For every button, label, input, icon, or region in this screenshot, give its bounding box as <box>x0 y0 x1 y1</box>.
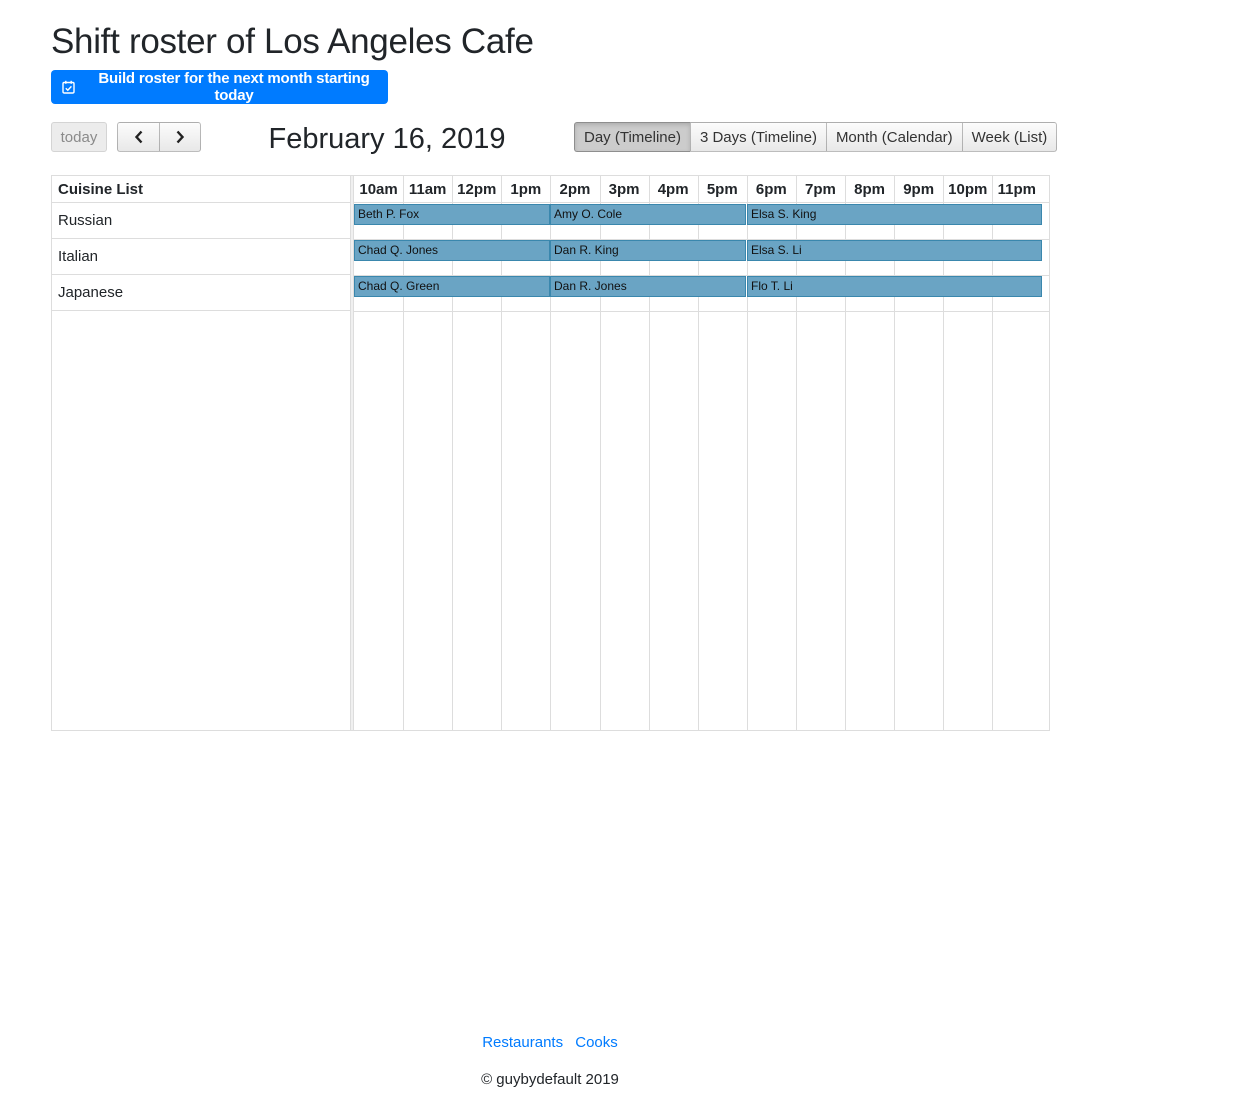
footer-nav: Restaurants Cooks <box>0 1034 1100 1051</box>
shift-event[interactable]: Chad Q. Green <box>354 276 550 297</box>
current-date-title: February 16, 2019 <box>268 123 506 155</box>
shift-event[interactable]: Elsa S. King <box>747 204 1042 225</box>
hour-label: 1pm <box>510 181 542 198</box>
prev-button[interactable] <box>117 122 160 152</box>
resource-row-japanese: Japanese <box>52 275 350 311</box>
shift-event[interactable]: Dan R. King <box>550 240 746 261</box>
today-button[interactable]: today <box>51 122 107 152</box>
shift-event[interactable]: Dan R. Jones <box>550 276 746 297</box>
chevron-left-icon <box>134 130 142 144</box>
timeline-grid: 10am 11am 12pm 1pm 2pm 3pm 4pm 5pm 6pm 7pm 8pm 9pm 1… <box>354 176 1049 730</box>
shift-event[interactable]: Elsa S. Li <box>747 240 1042 261</box>
page-title: Shift roster of Los Angeles Cafe <box>51 22 534 61</box>
timeline-header: 10am 11am 12pm 1pm 2pm 3pm 4pm 5pm 6pm 7pm 8pm 9pm 1… <box>354 176 1049 203</box>
timeline-scheduler: Cuisine List Russian Italian Japanese 10… <box>51 175 1050 731</box>
copyright: © guybydefault 2019 <box>481 1071 619 1088</box>
hour-label: 11pm <box>997 181 1037 198</box>
row-gridline <box>354 311 1049 312</box>
resource-header: Cuisine List <box>52 176 350 203</box>
footer-link-cooks[interactable]: Cooks <box>575 1034 618 1051</box>
shift-event[interactable]: Chad Q. Jones <box>354 240 550 261</box>
resource-row-italian: Italian <box>52 239 350 275</box>
hour-label: 5pm <box>706 181 738 198</box>
shift-event[interactable]: Flo T. Li <box>747 276 1042 297</box>
shift-event[interactable]: Beth P. Fox <box>354 204 550 225</box>
next-button[interactable] <box>159 122 201 152</box>
hour-label: 3pm <box>608 181 640 198</box>
view-month-calendar-button[interactable]: Month (Calendar) <box>825 122 963 152</box>
hour-label: 6pm <box>755 181 787 198</box>
hour-label: 2pm <box>559 181 591 198</box>
calendar-check-icon <box>62 80 75 94</box>
hour-label: 11am <box>408 181 447 198</box>
hour-label: 10pm <box>948 181 988 198</box>
view-3-days-timeline-button[interactable]: 3 Days (Timeline) <box>689 122 827 152</box>
hour-label: 12pm <box>457 181 497 198</box>
hour-label: 10am <box>359 181 398 198</box>
chevron-right-icon <box>176 130 185 144</box>
footer-link-restaurants[interactable]: Restaurants <box>482 1034 563 1051</box>
build-roster-button[interactable]: Build roster for the next month starting… <box>51 70 388 104</box>
view-week-list-button[interactable]: Week (List) <box>961 122 1058 152</box>
hour-label: 4pm <box>657 181 689 198</box>
view-switcher: Day (Timeline) 3 Days (Timeline) Month (… <box>574 122 1058 152</box>
hour-label: 8pm <box>854 181 885 198</box>
hour-label: 9pm <box>903 181 935 198</box>
view-day-timeline-button[interactable]: Day (Timeline) <box>574 122 691 152</box>
build-roster-label: Build roster for the next month starting… <box>98 70 370 104</box>
shift-event[interactable]: Amy O. Cole <box>550 204 746 225</box>
resource-row-russian: Russian <box>52 203 350 239</box>
resource-column: Cuisine List Russian Italian Japanese <box>52 176 351 730</box>
hour-label: 7pm <box>805 181 836 198</box>
